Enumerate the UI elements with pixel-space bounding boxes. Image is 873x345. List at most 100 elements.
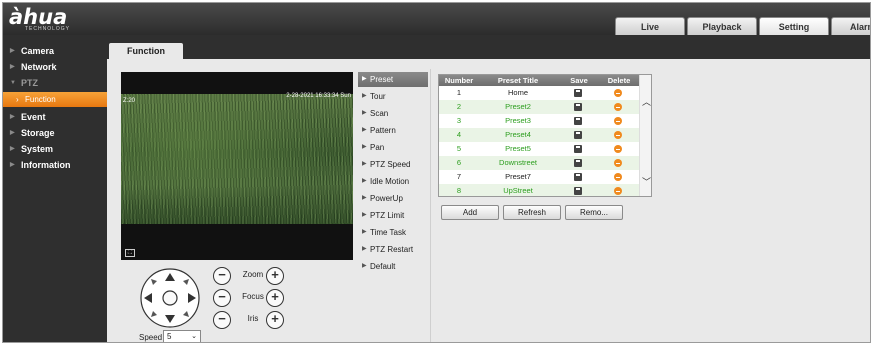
menu-item-pan[interactable]: ▶ Pan bbox=[358, 140, 428, 155]
sidebar-item-event[interactable]: ▶ Event bbox=[3, 109, 107, 125]
tab-function[interactable]: Function bbox=[109, 43, 183, 60]
table-row[interactable]: 8 UpStreet bbox=[439, 184, 639, 196]
zoom-out-button[interactable]: − bbox=[213, 267, 231, 285]
menu-item-tour[interactable]: ▶ Tour bbox=[358, 89, 428, 104]
preset-title[interactable]: Preset5 bbox=[479, 142, 557, 156]
save-icon[interactable] bbox=[574, 117, 582, 125]
menu-item-label: Pan bbox=[370, 143, 385, 152]
table-scrollbar[interactable]: ︿ ﹀ bbox=[639, 75, 651, 196]
sidebar-item-network[interactable]: ▶ Network bbox=[3, 59, 107, 75]
table-row[interactable]: 4 Preset4 bbox=[439, 128, 639, 142]
timestamp-osd-text: 2-28-2021 16:33:34 Sun bbox=[286, 93, 351, 99]
preset-title[interactable]: Preset2 bbox=[479, 100, 557, 114]
top-header: àhua TECHNOLOGY Live Playback Setting A… bbox=[3, 3, 870, 35]
triangle-right-icon: ▶ bbox=[362, 93, 367, 99]
triangle-right-icon: ▶ bbox=[362, 263, 367, 269]
sidebar-item-label: Storage bbox=[21, 128, 55, 138]
triangle-right-icon: ▶ bbox=[362, 76, 367, 82]
triangle-right-icon: ▶ bbox=[362, 195, 367, 201]
delete-icon[interactable] bbox=[614, 89, 622, 97]
tab-setting[interactable]: Setting bbox=[759, 17, 829, 35]
preset-number: 1 bbox=[456, 88, 462, 97]
preset-table-header: Number Preset Title Save Delete bbox=[439, 75, 639, 86]
sidebar-item-system[interactable]: ▶ System bbox=[3, 141, 107, 157]
table-row[interactable]: 2 Preset2 bbox=[439, 100, 639, 114]
tab-alarm[interactable]: Alarm bbox=[831, 17, 870, 35]
table-row[interactable]: 7 Preset7 bbox=[439, 170, 639, 184]
expand-arrow-icon: ▶ bbox=[10, 162, 15, 168]
menu-item-preset[interactable]: ▶ Preset bbox=[358, 72, 428, 87]
dpad-center-button[interactable] bbox=[162, 290, 178, 306]
preset-number: 7 bbox=[456, 172, 462, 181]
focus-near-button[interactable]: − bbox=[213, 289, 231, 307]
sidebar-item-storage[interactable]: ▶ Storage bbox=[3, 125, 107, 141]
table-row[interactable]: 1 Home bbox=[439, 86, 639, 100]
delete-icon[interactable] bbox=[614, 187, 622, 195]
speed-value: 5 bbox=[167, 332, 172, 341]
save-icon[interactable] bbox=[574, 173, 582, 181]
delete-icon[interactable] bbox=[614, 173, 622, 181]
sidebar-item-ptz[interactable]: ▼ PTZ bbox=[3, 75, 107, 91]
menu-item-default[interactable]: ▶ Default bbox=[358, 259, 428, 274]
sidebar-item-camera[interactable]: ▶ Camera bbox=[3, 43, 107, 59]
column-header-preset-title: Preset Title bbox=[497, 76, 539, 85]
sidebar-subitem-function[interactable]: › Function bbox=[3, 92, 107, 107]
save-icon[interactable] bbox=[574, 145, 582, 153]
menu-item-powerup[interactable]: ▶ PowerUp bbox=[358, 191, 428, 206]
remove-button[interactable]: Remo... bbox=[565, 205, 623, 220]
delete-icon[interactable] bbox=[614, 131, 622, 139]
preset-title[interactable]: Downstreet bbox=[479, 156, 557, 170]
table-row[interactable]: 6 Downstreet bbox=[439, 156, 639, 170]
table-row[interactable]: 3 Preset3 bbox=[439, 114, 639, 128]
preset-number: 3 bbox=[456, 116, 462, 125]
speed-select[interactable]: 5 ⌄ bbox=[163, 330, 201, 342]
add-button[interactable]: Add bbox=[441, 205, 499, 220]
menu-item-ptz-limit[interactable]: ▶ PTZ Limit bbox=[358, 208, 428, 223]
focus-far-button[interactable]: + bbox=[266, 289, 284, 307]
preset-number: 6 bbox=[456, 158, 462, 167]
save-icon[interactable] bbox=[574, 103, 582, 111]
preset-title[interactable]: Preset7 bbox=[479, 170, 557, 184]
logo-subtitle: TECHNOLOGY bbox=[25, 26, 71, 32]
sidebar-item-label: Event bbox=[21, 112, 46, 122]
menu-item-idle-motion[interactable]: ▶ Idle Motion bbox=[358, 174, 428, 189]
triangle-right-icon: ▶ bbox=[362, 127, 367, 133]
menu-item-ptz-restart[interactable]: ▶ PTZ Restart bbox=[358, 242, 428, 257]
zoom-in-button[interactable]: + bbox=[266, 267, 284, 285]
fullscreen-icon[interactable]: ⛶ bbox=[125, 249, 135, 257]
tab-playback[interactable]: Playback bbox=[687, 17, 757, 35]
save-icon[interactable] bbox=[574, 89, 582, 97]
menu-item-pattern[interactable]: ▶ Pattern bbox=[358, 123, 428, 138]
refresh-button[interactable]: Refresh bbox=[503, 205, 561, 220]
save-icon[interactable] bbox=[574, 187, 582, 195]
speed-label: Speed bbox=[139, 333, 163, 342]
ptz-direction-pad[interactable] bbox=[137, 268, 203, 328]
table-row[interactable]: 5 Preset5 bbox=[439, 142, 639, 156]
preset-title[interactable]: Home bbox=[479, 86, 557, 100]
menu-item-label: PowerUp bbox=[370, 194, 403, 203]
save-icon[interactable] bbox=[574, 131, 582, 139]
menu-divider bbox=[430, 69, 431, 342]
preset-title[interactable]: Preset3 bbox=[479, 114, 557, 128]
tab-live[interactable]: Live bbox=[615, 17, 685, 35]
delete-icon[interactable] bbox=[614, 145, 622, 153]
iris-open-button[interactable]: + bbox=[266, 311, 284, 329]
sidebar-item-label: Network bbox=[21, 62, 57, 72]
preset-title[interactable]: Preset4 bbox=[479, 128, 557, 142]
save-icon[interactable] bbox=[574, 159, 582, 167]
menu-item-ptz-speed[interactable]: ▶ PTZ Speed bbox=[358, 157, 428, 172]
delete-icon[interactable] bbox=[614, 117, 622, 125]
chevron-down-icon[interactable]: ﹀ bbox=[642, 175, 651, 188]
chevron-up-icon[interactable]: ︿ bbox=[642, 95, 651, 108]
triangle-right-icon: ▶ bbox=[362, 144, 367, 150]
sidebar-item-information[interactable]: ▶ Information bbox=[3, 157, 107, 173]
delete-icon[interactable] bbox=[614, 159, 622, 167]
menu-item-scan[interactable]: ▶ Scan bbox=[358, 106, 428, 121]
expand-arrow-icon: ▶ bbox=[10, 146, 15, 152]
delete-icon[interactable] bbox=[614, 103, 622, 111]
menu-item-time-task[interactable]: ▶ Time Task bbox=[358, 225, 428, 240]
menu-item-label: Default bbox=[370, 262, 396, 271]
iris-close-button[interactable]: − bbox=[213, 311, 231, 329]
preset-title[interactable]: UpStreet bbox=[479, 184, 557, 196]
collapse-arrow-icon: ▼ bbox=[10, 80, 16, 86]
